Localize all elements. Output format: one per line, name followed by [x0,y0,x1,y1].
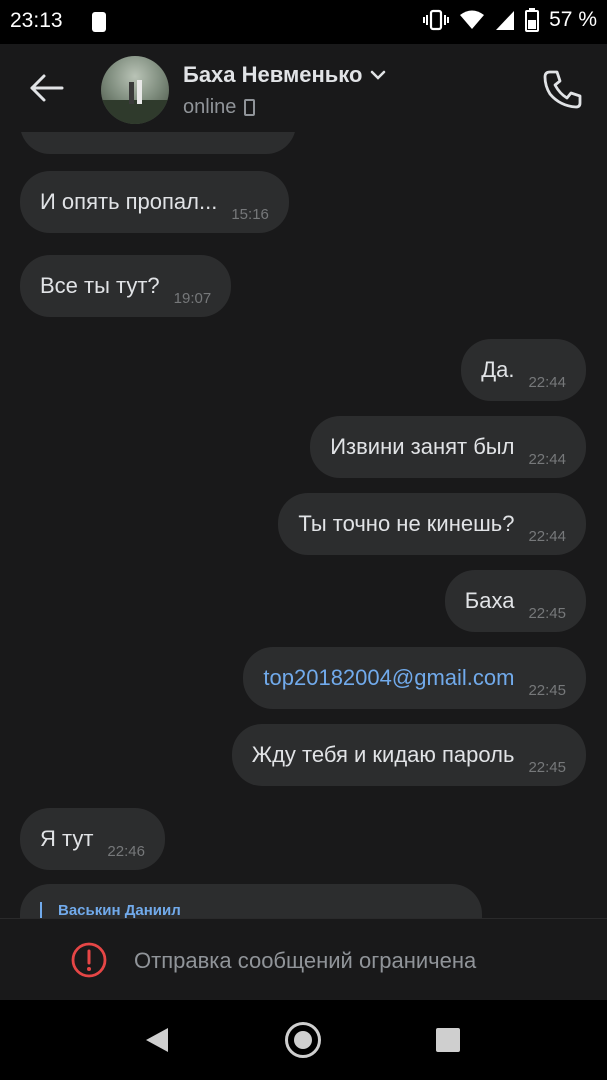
message-text: Ты точно не кинешь? [298,511,515,536]
status-icons: 57 % [423,8,597,32]
warning-icon [71,942,107,978]
message-text: Все ты тут? [40,273,160,298]
forwarded-message-bubble[interactable]: Васькин Даниил [20,884,482,918]
message-text: Жду тебя и кидаю пароль [251,742,515,767]
restricted-text: Отправка сообщений ограничена [134,948,477,973]
message-bubble[interactable]: Я тут 22:46 [20,808,165,870]
chat-screen: 23:13 57 % Баха Невменько online И опять… [0,0,607,1080]
message-time: 22:45 [528,681,566,699]
mobile-icon [244,99,256,116]
battery-icon [525,8,540,32]
battery-percent: 57 % [549,8,597,31]
avatar[interactable] [101,56,169,124]
avatar-ground [101,100,169,124]
message-time: 22:44 [528,527,566,545]
message-list[interactable]: И опять пропал... 15:16 Все ты тут? 19:0… [0,132,607,918]
email-link[interactable]: top20182004@gmail.com [263,665,514,691]
home-circle-icon[interactable] [285,1022,321,1058]
vibrate-icon [423,9,450,31]
message-time: 22:45 [528,758,566,776]
messaging-restricted-bar: Отправка сообщений ограничена [0,918,607,1001]
message-bubble[interactable]: Ты точно не кинешь? 22:44 [278,493,586,555]
message-time: 22:44 [528,373,566,391]
message-text: Я тут [40,826,94,851]
status-time: 23:13 [10,9,63,32]
message-text: И опять пропал... [40,189,218,214]
avatar-figure [137,80,142,104]
message-text: Да. [481,357,515,382]
status-bar: 23:13 57 % [0,0,607,44]
message-bubble[interactable]: Да. 22:44 [461,339,586,401]
message-text: Извини занят был [330,434,515,459]
message-bubble[interactable]: Баха 22:45 [444,570,586,632]
system-nav-bar [0,1000,607,1080]
message-time: 15:16 [231,205,269,223]
recents-square-icon[interactable] [436,1028,460,1052]
contact-name-button[interactable]: Баха Невменько [183,62,386,88]
forwarded-author[interactable]: Васькин Даниил [40,902,181,918]
notification-icon [92,12,106,32]
message-bubble-partial[interactable] [20,132,296,154]
message-text: Баха [464,588,515,613]
wifi-icon [460,10,485,29]
message-bubble[interactable]: И опять пропал... 15:16 [20,171,289,233]
message-time: 19:07 [173,289,212,307]
back-arrow-icon[interactable] [24,66,68,110]
message-bubble[interactable]: Извини занят был 22:44 [310,416,586,478]
message-time: 22:45 [528,604,566,622]
message-bubble[interactable]: Жду тебя и кидаю пароль 22:45 [231,724,586,786]
signal-icon [496,11,515,30]
message-bubble[interactable]: Все ты тут? 19:07 [20,255,232,317]
avatar-figure [129,82,134,104]
message-time: 22:44 [528,450,566,468]
chevron-down-icon [371,70,386,80]
online-status: online [183,96,237,118]
phone-call-icon[interactable] [540,66,586,112]
chat-header: Баха Невменько online [0,44,607,132]
contact-status: online [183,96,256,119]
message-bubble[interactable]: top20182004@gmail.com 22:45 [243,647,586,709]
contact-name: Баха Невменько [183,62,363,87]
message-time: 22:46 [107,842,145,860]
back-triangle-icon[interactable] [144,1026,170,1054]
